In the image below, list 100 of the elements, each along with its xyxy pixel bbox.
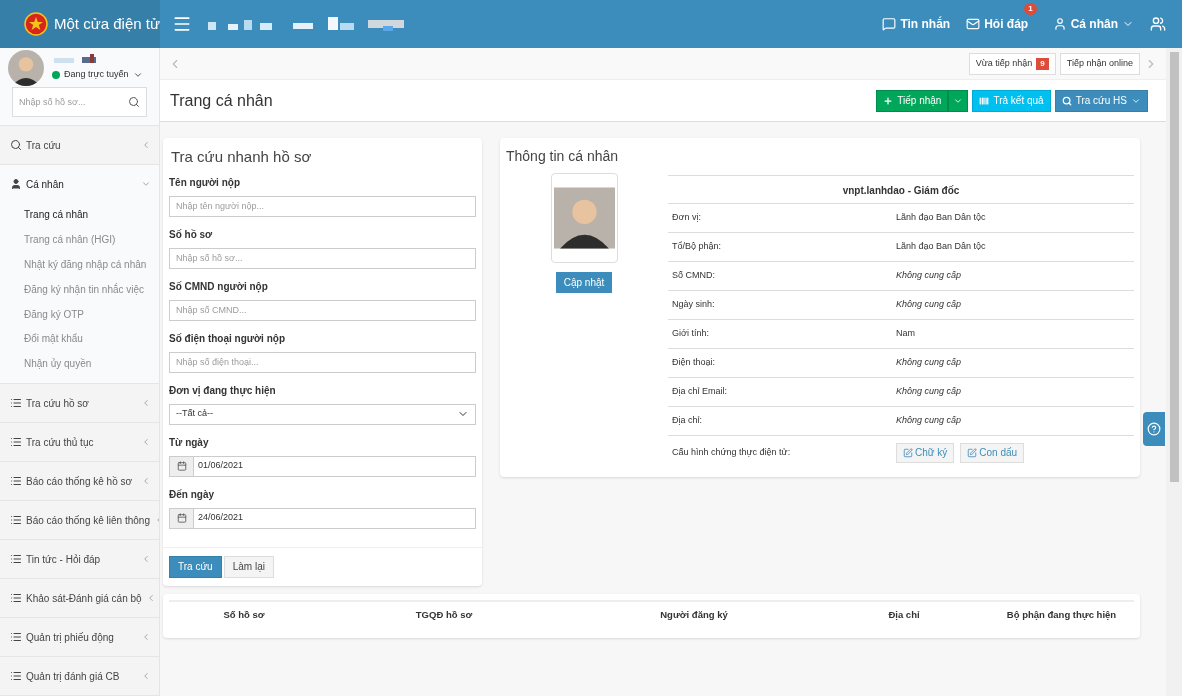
scrollbar[interactable]	[1166, 48, 1182, 696]
count-badge: 9	[1036, 57, 1049, 70]
date-field[interactable]: 24/06/2021	[169, 507, 476, 529]
info-value: Không cung cấp	[896, 385, 962, 399]
top-nav-link[interactable]: Cá nhân	[1052, 15, 1134, 33]
chat-bubble-icon	[882, 17, 897, 31]
field-label: Đến ngày	[169, 487, 215, 502]
sidebar-menu-item[interactable]: Cá nhân	[0, 165, 159, 204]
info-label: Cấu hình chứng thực điện tử:	[672, 445, 792, 459]
info-value: Không cung cấp	[896, 414, 962, 428]
list-icon	[10, 592, 22, 604]
field-label: Số CMND người nộp	[169, 279, 269, 294]
help-icon	[1147, 422, 1161, 436]
page-title: Trang cá nhân	[170, 90, 273, 111]
update-button[interactable]: Cập nhật	[555, 272, 613, 293]
top-nav-link[interactable]: Hỏi đáp	[966, 15, 1029, 33]
profile-heading: vnpt.lanhdao - Giám đốc	[668, 175, 1134, 204]
info-value: Không cung cấp	[896, 269, 962, 283]
user-icon	[10, 178, 22, 191]
dropdown-toggle-button[interactable]	[948, 89, 969, 112]
sidebar-menu-item[interactable]: Tin tức - Hỏi đáp	[0, 540, 159, 578]
info-value: Lãnh đạo Ban Dân tộc	[896, 211, 986, 225]
field-label: Tên người nộp	[169, 175, 241, 190]
avatar-silhouette	[8, 49, 44, 86]
field-label: Đơn vị đang thực hiện	[169, 383, 277, 398]
search-input[interactable]: Nhập số hồ sơ...	[19, 95, 128, 110]
signature-button[interactable]: Chữ ký	[896, 442, 955, 463]
quick-tab[interactable]: Vừa tiếp nhận 9	[968, 52, 1056, 75]
sidebar-submenu-item[interactable]: Đăng ký nhận tin nhắc việc	[0, 277, 159, 303]
sidebar-submenu-item[interactable]: Nhận ủy quyền	[0, 352, 159, 377]
list-icon	[10, 553, 22, 565]
info-label: Tổ/Bộ phận:	[672, 240, 723, 254]
input-field[interactable]: Nhập số điện thoại...	[169, 351, 476, 373]
sidebar-menu-item[interactable]: Báo cáo thống kê liên thông	[0, 501, 159, 539]
info-label: Địa chỉ Email:	[672, 385, 728, 399]
plus-icon	[883, 95, 894, 106]
select-field[interactable]: --Tất cả--	[169, 403, 476, 425]
info-value: Không cung cấp	[896, 356, 962, 370]
search-icon	[1061, 95, 1072, 106]
list-icon	[10, 670, 22, 682]
list-icon	[10, 514, 22, 526]
panel-title: Tra cứu nhanh hồ sơ	[170, 147, 313, 167]
list-icon	[10, 397, 22, 409]
top-nav-link[interactable]: Tin nhắn	[882, 15, 951, 33]
date-field[interactable]: 01/06/2021	[169, 455, 476, 477]
list-icon	[10, 631, 22, 643]
sidebar-menu-item[interactable]: Báo cáo thống kê hồ sơ	[0, 462, 159, 500]
info-label: Số CMND:	[672, 269, 716, 283]
sidebar-menu-item[interactable]: Tra cứu	[0, 126, 159, 165]
list-icon	[10, 436, 22, 448]
list-icon	[10, 475, 22, 487]
search-icon[interactable]	[128, 96, 140, 109]
sidebar-submenu-item[interactable]: Trang cá nhân (HGI)	[0, 228, 159, 253]
help-button[interactable]	[1143, 412, 1165, 446]
calendar-icon	[176, 461, 187, 471]
field-label: Số hồ sơ	[169, 227, 214, 242]
sidebar-submenu-item[interactable]: Đổi mật khẩu	[0, 327, 159, 353]
panel-title: Thông tin cá nhân	[505, 147, 620, 166]
barcode-icon	[979, 95, 990, 106]
info-value: Nam	[896, 327, 915, 341]
form-button[interactable]: Làm lại	[223, 555, 274, 578]
info-label: Ngày sinh:	[672, 298, 716, 312]
column-header: Bộ phận đang thực hiện	[1005, 608, 1118, 623]
column-header: Số hồ sơ	[222, 608, 266, 623]
input-field[interactable]: Nhập số hồ sơ...	[169, 247, 476, 269]
envelope-icon	[966, 17, 981, 31]
info-label: Điện thoại:	[672, 356, 717, 370]
action-button[interactable]: Tra cứu HS	[1054, 89, 1148, 112]
search-icon	[10, 139, 22, 152]
user-icon	[1052, 17, 1067, 31]
sidebar-menu-item[interactable]: Tra cứu hồ sơ	[0, 384, 159, 422]
form-button[interactable]: Tra cứu	[169, 555, 222, 578]
sidebar-menu-item[interactable]: Quản trị đánh giá CB	[0, 657, 159, 695]
notification-badge: 1	[1024, 3, 1037, 15]
emblem-logo-icon	[24, 12, 48, 36]
sidebar-menu-item[interactable]: Quản trị phiếu động	[0, 618, 159, 656]
edit-icon	[967, 447, 978, 458]
sidebar-submenu-item[interactable]: Trang cá nhân	[0, 203, 159, 229]
input-field[interactable]: Nhập số CMND...	[169, 299, 476, 321]
input-field[interactable]: Nhập tên người nộp...	[169, 195, 476, 217]
field-label: Số điện thoại người nộp	[169, 331, 286, 346]
menu-icon[interactable]	[172, 14, 192, 34]
info-value: Không cung cấp	[896, 298, 962, 312]
sidebar-submenu-item[interactable]: Nhật ký đăng nhập cá nhân	[0, 253, 159, 278]
signature-button[interactable]: Con dấu	[960, 442, 1025, 463]
info-label: Đơn vị:	[672, 211, 702, 225]
search-field[interactable]: Nhập số hồ sơ...	[12, 87, 147, 118]
column-header: Người đăng ký	[659, 608, 729, 623]
info-label: Địa chỉ:	[672, 414, 703, 428]
column-header: TGQĐ hồ sơ	[414, 608, 474, 623]
group-icon[interactable]	[1150, 16, 1166, 32]
edit-icon	[903, 447, 913, 458]
calendar-icon	[176, 513, 187, 523]
sidebar-menu-item[interactable]: Khảo sát-Đánh giá cán bộ	[0, 579, 159, 617]
field-label: Từ ngày	[169, 435, 210, 450]
info-label: Giới tính:	[672, 327, 710, 341]
sidebar-menu-item[interactable]: Tra cứu thủ tục	[0, 423, 159, 461]
online-status[interactable]: Đang trực tuyến	[52, 67, 143, 82]
column-header: Địa chỉ	[887, 608, 921, 623]
quick-tab[interactable]: Tiếp nhận online	[1059, 52, 1140, 75]
